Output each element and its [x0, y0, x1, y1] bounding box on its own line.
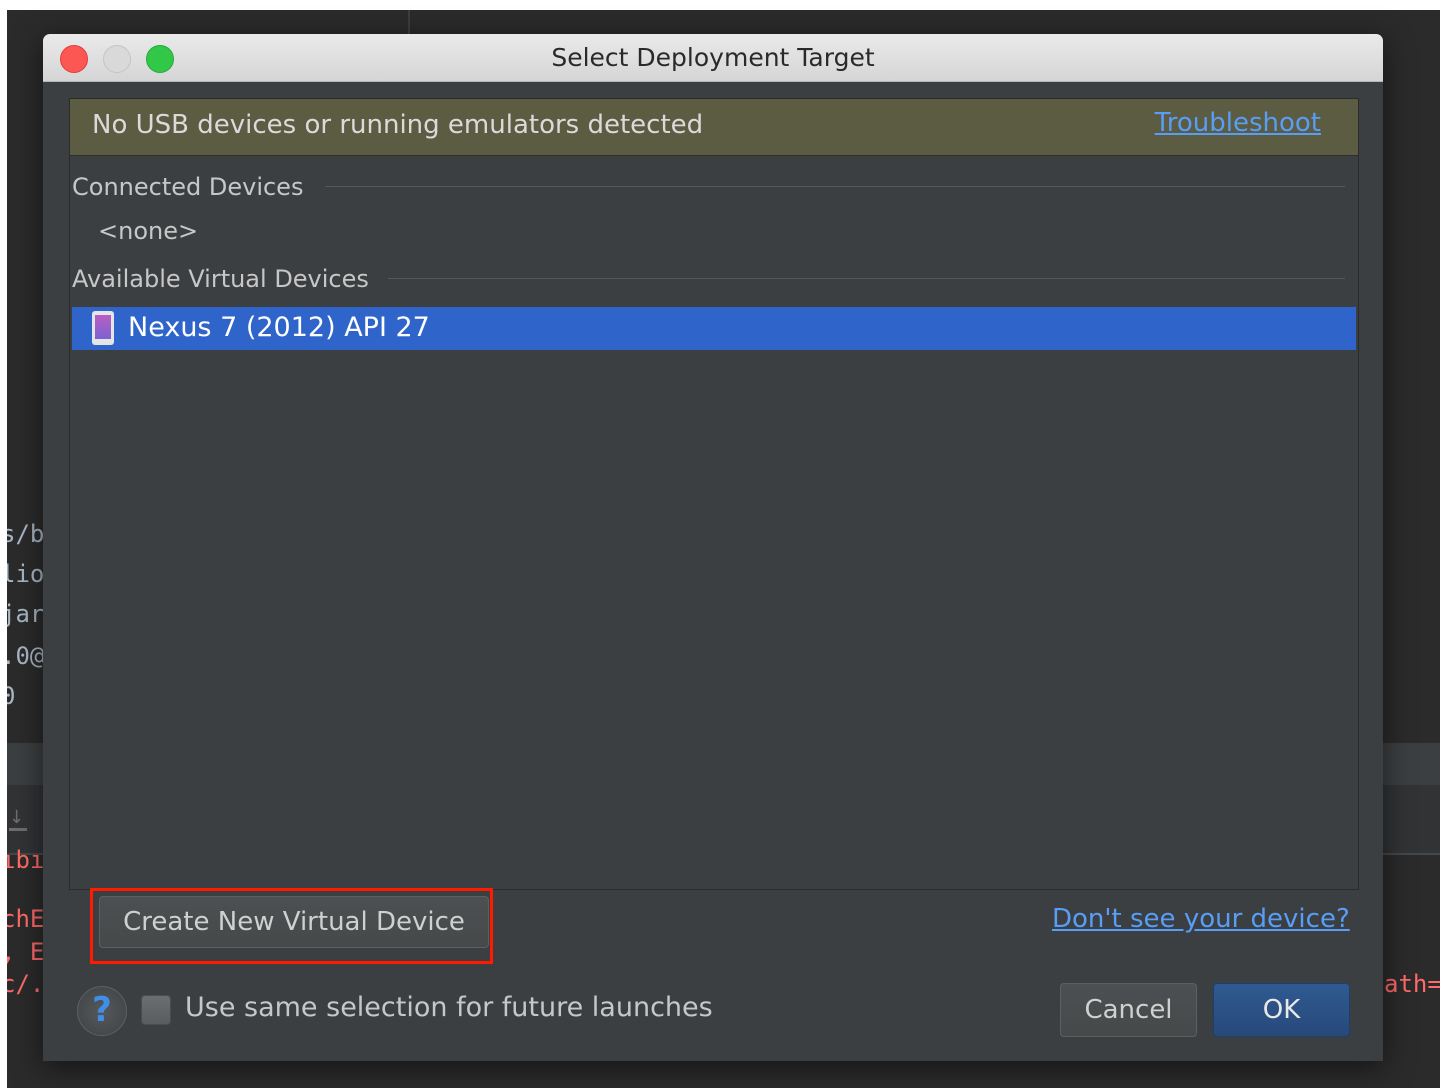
dont-see-device-link[interactable]: Don't see your device? [1052, 904, 1350, 934]
code-line: s/b [7, 520, 45, 548]
code-line: .0@ [7, 642, 45, 670]
connected-devices-empty: <none> [98, 217, 199, 245]
code-line: ıbı [7, 846, 45, 874]
troubleshoot-link[interactable]: Troubleshoot [1155, 108, 1321, 138]
create-virtual-device-button[interactable]: Create New Virtual Device [99, 896, 489, 948]
no-devices-banner: No USB devices or running emulators dete… [70, 99, 1358, 156]
phone-device-icon [92, 311, 114, 345]
device-list-panel: No USB devices or running emulators dete… [69, 98, 1359, 890]
virtual-devices-heading: Available Virtual Devices [72, 265, 369, 293]
code-line: , E [7, 938, 45, 966]
banner-message: No USB devices or running emulators dete… [92, 110, 704, 140]
dialog-title: Select Deployment Target [551, 43, 875, 72]
connected-devices-heading: Connected Devices [72, 173, 304, 201]
ok-button[interactable]: OK [1213, 983, 1350, 1037]
cancel-button[interactable]: Cancel [1060, 983, 1197, 1037]
deployment-target-dialog: Select Deployment Target No USB devices … [43, 34, 1383, 1061]
code-line: jar [7, 600, 45, 628]
same-selection-label[interactable]: Use same selection for future launches [185, 992, 713, 1023]
section-divider [325, 186, 1345, 187]
code-line: c/. [7, 970, 45, 998]
same-selection-checkbox[interactable] [141, 995, 171, 1025]
download-icon: ↓ [9, 809, 27, 831]
section-divider [388, 278, 1345, 279]
title-bar[interactable]: Select Deployment Target [43, 34, 1383, 82]
help-icon[interactable]: ? [77, 986, 127, 1036]
code-fragment-right: ath= [1384, 970, 1440, 998]
device-row-nexus-7[interactable]: Nexus 7 (2012) API 27 [72, 307, 1356, 350]
device-label: Nexus 7 (2012) API 27 [128, 312, 430, 343]
code-line: chE [7, 905, 45, 933]
code-line: 0 [7, 682, 16, 710]
